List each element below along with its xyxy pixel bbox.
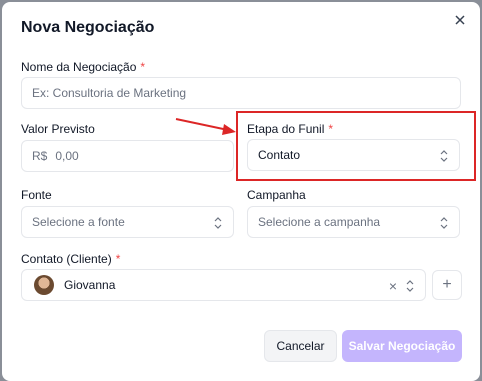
plus-icon: + [442,276,452,293]
cancel-button[interactable]: Cancelar [264,330,337,362]
avatar [34,275,54,295]
currency-prefix: R$ [32,149,48,163]
value-input[interactable]: R$ 0,00 [21,140,234,172]
source-select[interactable]: Selecione a fonte [21,206,234,238]
source-label: Fonte [21,188,52,202]
chevron-up-down-icon [406,280,414,292]
campaign-placeholder: Selecione a campanha [258,215,381,229]
save-deal-button[interactable]: Salvar Negociação [342,330,462,362]
source-placeholder: Selecione a fonte [32,215,125,229]
contact-value: Giovanna [64,278,116,292]
value-placeholder: 0,00 [55,149,79,163]
deal-name-label: Nome da Negociação * [21,60,146,74]
value-label: Valor Previsto [21,122,95,136]
new-deal-modal: Nova Negociação Nome da Negociação * Ex: … [2,2,480,381]
chevron-up-down-icon [440,217,448,229]
deal-name-placeholder: Ex: Consultoria de Marketing [32,86,187,100]
contact-select[interactable]: Giovanna × [21,269,426,301]
add-contact-button[interactable]: + [432,270,462,300]
highlight-box [236,111,476,181]
modal-title: Nova Negociação [21,19,155,36]
annotation-arrow [175,118,236,135]
chevron-up-down-icon [214,217,222,229]
contact-label: Contato (Cliente) * [21,252,121,266]
required-mark: * [140,60,146,74]
close-icon[interactable] [452,12,468,28]
deal-name-input[interactable]: Ex: Consultoria de Marketing [21,77,461,109]
clear-icon[interactable]: × [389,278,397,294]
campaign-select[interactable]: Selecione a campanha [247,206,460,238]
required-mark: * [115,252,121,266]
campaign-label: Campanha [247,188,306,202]
